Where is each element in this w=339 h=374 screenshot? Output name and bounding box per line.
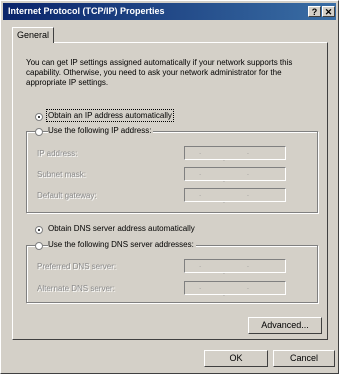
tab-general-label: General <box>16 30 50 40</box>
default-gateway-value: . . . <box>199 191 271 205</box>
use-following-ip-radio[interactable] <box>35 128 43 136</box>
preferred-dns-value: . . . <box>199 262 271 276</box>
default-gateway-field: . . . <box>184 188 286 205</box>
cancel-button[interactable]: Cancel <box>273 350 335 367</box>
use-following-dns-radio[interactable] <box>35 242 43 250</box>
use-following-dns-label[interactable]: Use the following DNS server addresses: <box>48 240 196 249</box>
preferred-dns-label: Preferred DNS server: <box>37 262 117 271</box>
ok-button[interactable]: OK <box>204 350 268 367</box>
help-icon[interactable]: ? <box>308 6 321 17</box>
title-bar[interactable]: Internet Protocol (TCP/IP) Properties ? … <box>3 3 336 20</box>
close-icon[interactable]: ✕ <box>322 6 335 17</box>
tab-general[interactable]: General <box>12 27 54 43</box>
subnet-mask-value: . . . <box>199 170 271 184</box>
default-gateway-label: Default gateway: <box>37 191 97 200</box>
obtain-dns-auto-radio[interactable] <box>35 226 43 234</box>
alternate-dns-label: Alternate DNS server: <box>37 284 115 293</box>
ip-address-value: . . . <box>199 149 271 163</box>
use-following-ip-label[interactable]: Use the following IP address: <box>48 126 154 135</box>
obtain-ip-auto-radio[interactable] <box>35 113 43 121</box>
subnet-mask-field: . . . <box>184 167 286 184</box>
intro-text: You can get IP settings assigned automat… <box>26 58 293 87</box>
obtain-ip-auto-label[interactable]: Obtain an IP address automatically <box>46 109 174 122</box>
preferred-dns-field: . . . <box>184 259 286 276</box>
alternate-dns-value: . . . <box>199 284 271 298</box>
obtain-dns-auto-label[interactable]: Obtain DNS server address automatically <box>48 224 195 233</box>
alternate-dns-field: . . . <box>184 281 286 298</box>
subnet-mask-label: Subnet mask: <box>37 170 86 179</box>
ip-address-field: . . . <box>184 146 286 163</box>
general-panel: You can get IP settings assigned automat… <box>12 42 328 340</box>
advanced-button[interactable]: Advanced... <box>248 317 322 334</box>
tcpip-properties-dialog: Internet Protocol (TCP/IP) Properties ? … <box>0 0 339 374</box>
ip-address-label: IP address: <box>37 149 78 158</box>
window-title: Internet Protocol (TCP/IP) Properties <box>8 6 165 16</box>
